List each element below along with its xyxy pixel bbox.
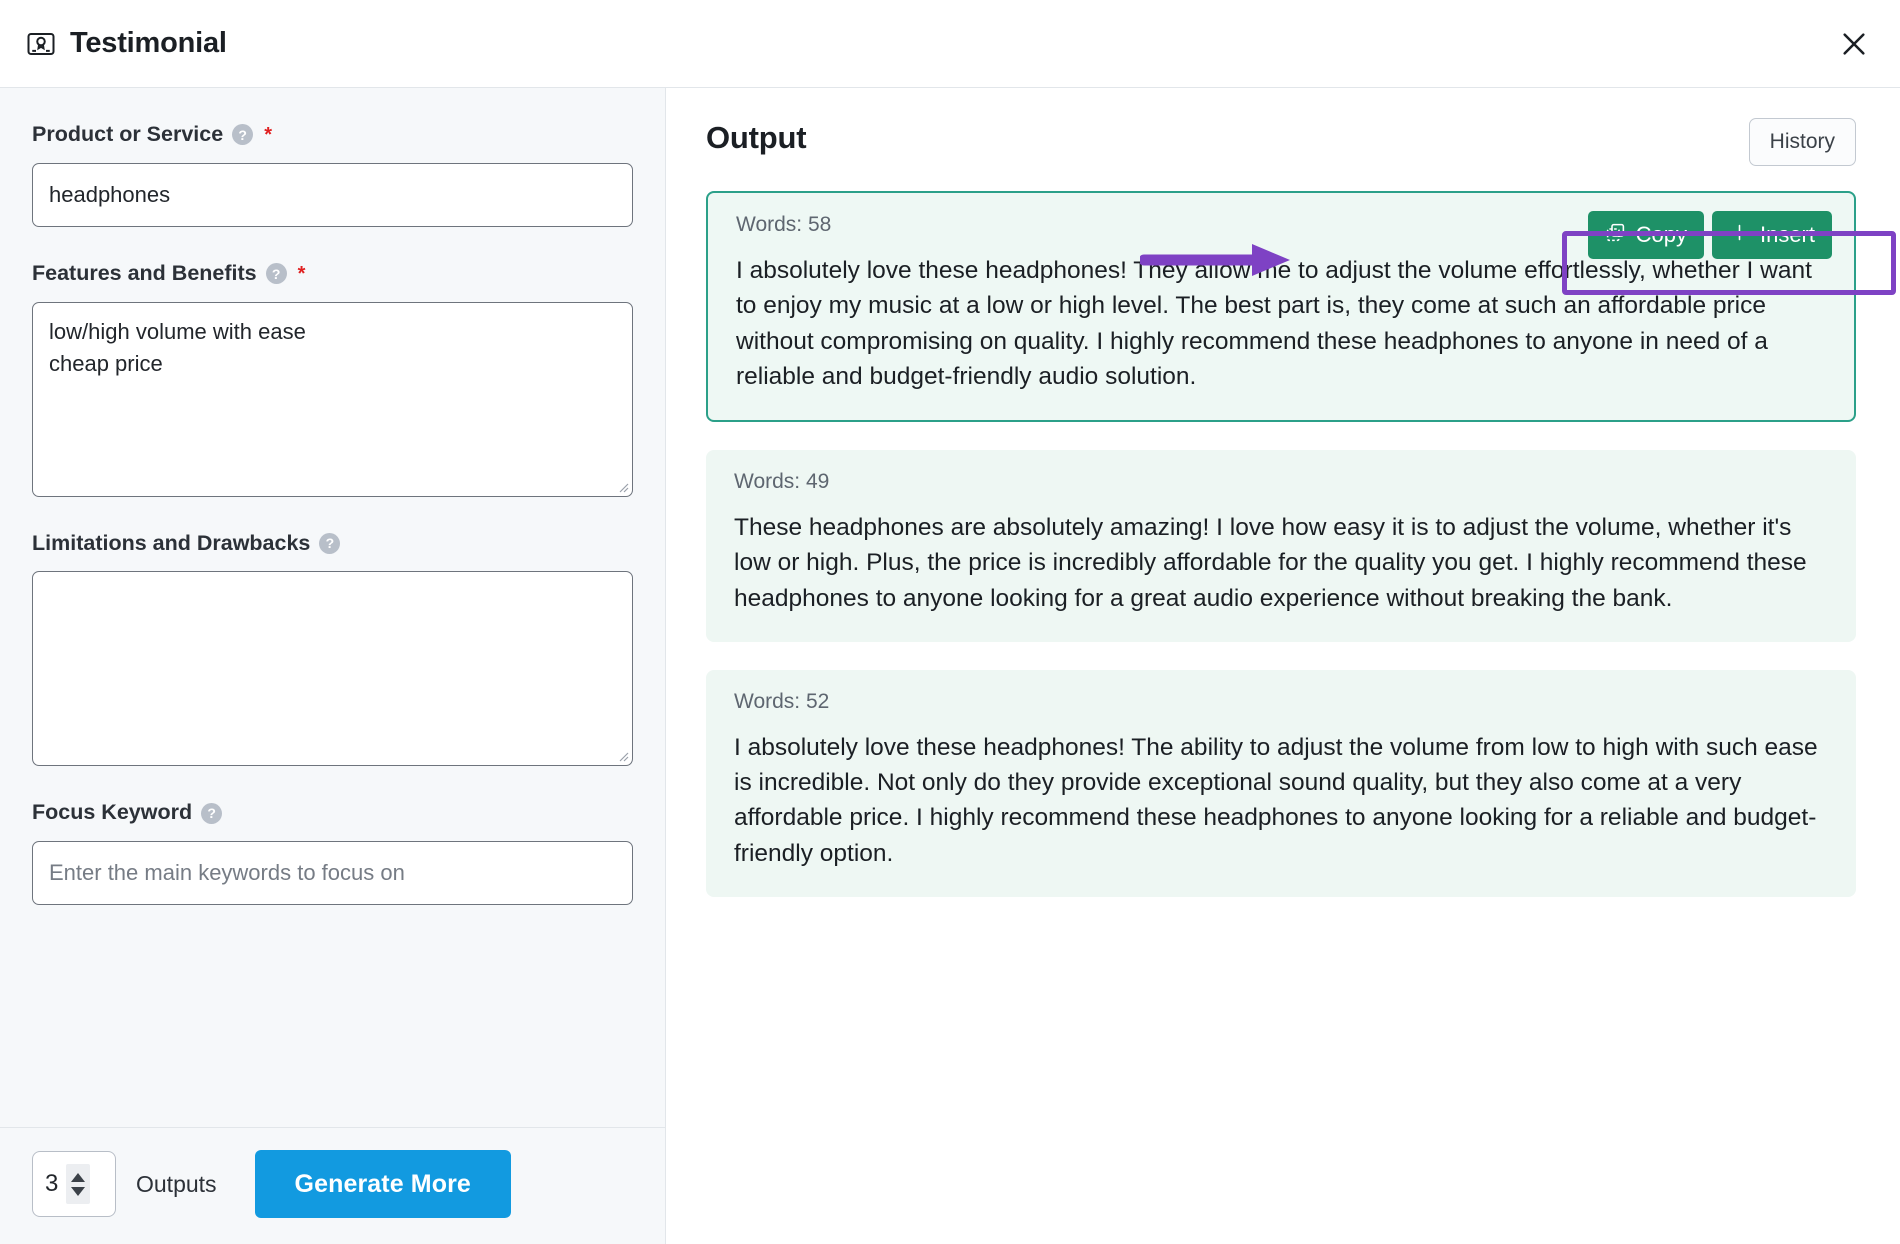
- help-circle-icon[interactable]: ?: [201, 803, 222, 824]
- page-title: Testimonial: [70, 27, 227, 60]
- modal-body: Product or Service ? * Features and Bene…: [0, 88, 1900, 1244]
- output-panel: Output History Copy: [666, 88, 1900, 1244]
- field-label-features-and-benefits: Features and Benefits ? *: [32, 261, 633, 287]
- features-textarea-wrapper: [32, 302, 633, 497]
- help-circle-icon[interactable]: ?: [266, 263, 287, 284]
- output-card[interactable]: Words: 52 I absolutely love these headph…: [706, 670, 1856, 897]
- required-indicator: *: [264, 125, 272, 145]
- help-circle-icon[interactable]: ?: [319, 533, 340, 554]
- field-focus-keyword: Focus Keyword ?: [32, 800, 633, 905]
- plus-icon: [1729, 222, 1750, 249]
- word-count-label: Words: 52: [734, 690, 1828, 716]
- output-card[interactable]: Words: 49 These headphones are absolutel…: [706, 450, 1856, 642]
- outputs-count-value: 3: [45, 1170, 58, 1198]
- focus-keyword-input[interactable]: [32, 841, 633, 905]
- insert-button-label: Insert: [1760, 222, 1815, 248]
- generate-more-button[interactable]: Generate More: [255, 1150, 511, 1218]
- output-text: I absolutely love these headphones! The …: [734, 730, 1828, 871]
- testimonial-certificate-icon: [26, 29, 56, 59]
- stepper-increment-icon[interactable]: [71, 1173, 85, 1182]
- output-card[interactable]: Copy Insert Words: 58 I absolutely love …: [706, 191, 1856, 422]
- insert-button[interactable]: Insert: [1712, 211, 1832, 259]
- field-limitations-and-drawbacks: Limitations and Drawbacks ?: [32, 531, 633, 767]
- field-label-limitations-and-drawbacks: Limitations and Drawbacks ?: [32, 531, 633, 557]
- features-and-benefits-textarea[interactable]: [32, 302, 633, 497]
- output-text: These headphones are absolutely amazing!…: [734, 510, 1828, 616]
- output-card-actions: Copy Insert: [1588, 211, 1832, 259]
- output-header: Output History: [706, 118, 1856, 166]
- help-circle-icon[interactable]: ?: [232, 124, 253, 145]
- form-footer: 3 Outputs Generate More: [0, 1127, 665, 1244]
- testimonial-modal: Testimonial Product or Service ? *: [0, 0, 1900, 1244]
- required-indicator: *: [298, 264, 306, 284]
- stepper-arrows[interactable]: [66, 1164, 90, 1204]
- field-label-text: Product or Service: [32, 122, 223, 148]
- field-label-text: Focus Keyword: [32, 800, 192, 826]
- field-label-product-or-service: Product or Service ? *: [32, 122, 633, 148]
- outputs-count-stepper[interactable]: 3: [32, 1151, 116, 1217]
- limitations-and-drawbacks-textarea[interactable]: [32, 571, 633, 766]
- limitations-textarea-wrapper: [32, 571, 633, 766]
- stepper-decrement-icon[interactable]: [71, 1187, 85, 1196]
- copy-button-label: Copy: [1636, 222, 1687, 248]
- output-title: Output: [706, 118, 806, 156]
- output-text: I absolutely love these headphones! They…: [736, 253, 1826, 394]
- field-features-and-benefits: Features and Benefits ? *: [32, 261, 633, 497]
- copy-button[interactable]: Copy: [1588, 211, 1704, 259]
- close-icon[interactable]: [1832, 22, 1876, 66]
- copy-icon: [1605, 222, 1626, 249]
- word-count-label: Words: 49: [734, 470, 1828, 496]
- modal-header: Testimonial: [0, 0, 1900, 88]
- field-label-text: Features and Benefits: [32, 261, 257, 287]
- outputs-label: Outputs: [136, 1171, 217, 1198]
- form-fields-container: Product or Service ? * Features and Bene…: [0, 88, 665, 1127]
- form-panel: Product or Service ? * Features and Bene…: [0, 88, 666, 1244]
- field-label-text: Limitations and Drawbacks: [32, 531, 310, 557]
- product-or-service-input[interactable]: [32, 163, 633, 227]
- field-product-or-service: Product or Service ? *: [32, 122, 633, 227]
- history-button[interactable]: History: [1749, 118, 1856, 166]
- field-label-focus-keyword: Focus Keyword ?: [32, 800, 633, 826]
- header-left-group: Testimonial: [26, 27, 227, 60]
